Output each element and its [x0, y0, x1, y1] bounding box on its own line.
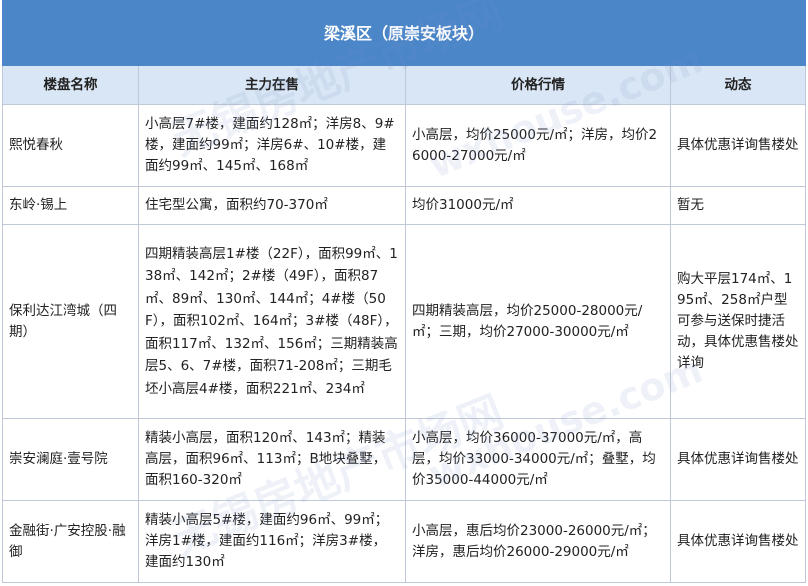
table-row: 保利达江湾城（四期） 四期精装高层1#楼（22F），面积99㎡、138㎡、142… [2, 224, 807, 419]
table-title-row: 梁溪区（原崇安板块） [1, 0, 807, 66]
cell-price: 均价31000元/㎡ [405, 186, 671, 225]
cell-supply: 四期精装高层1#楼（22F），面积99㎡、138㎡、142㎡；2#楼（49F），… [138, 224, 406, 419]
cell-status: 具体优惠详询售楼处 [669, 104, 807, 187]
table-row: 东岭·锡上 住宅型公寓，面积约70-370㎡ 均价31000元/㎡ 暂无 [2, 186, 807, 225]
cell-name: 东岭·锡上 [2, 186, 139, 225]
cell-price: 小高层，惠后均价23000-26000元/㎡；洋房，惠后均价26000-2900… [405, 500, 671, 583]
table-header-row: 楼盘名称 主力在售 价格行情 动态 [2, 65, 807, 105]
table-row: 金融街·广安控股·融御 精装小高层5#楼，建面约96㎡、99㎡；洋房1#楼，建面… [2, 500, 807, 583]
cell-supply: 小高层7#楼，建面约128㎡；洋房8、9#楼，建面约99㎡；洋房6#、10#楼，… [138, 104, 406, 187]
header-supply: 主力在售 [138, 65, 406, 105]
property-table: 梁溪区（原崇安板块） 楼盘名称 主力在售 价格行情 动态 熙悦春秋 小高层7#楼… [1, 0, 807, 583]
header-status: 动态 [669, 65, 807, 105]
cell-name: 崇安澜庭·壹号院 [2, 418, 139, 501]
table-row: 崇安澜庭·壹号院 精装小高层，面积120㎡、143㎡；精装高层，面积96㎡、11… [2, 418, 807, 501]
cell-status: 购大平层174㎡、195㎡、258㎡户型可参与送保时捷活动，具体优惠售楼处详询 [669, 224, 807, 419]
cell-price: 四期精装高层，均价25000-28000元/㎡；三期，均价27000-30000… [405, 224, 671, 419]
cell-name: 金融街·广安控股·融御 [2, 500, 139, 583]
property-table-container: 梁溪区（原崇安板块） 楼盘名称 主力在售 价格行情 动态 熙悦春秋 小高层7#楼… [1, 0, 807, 583]
table-title: 梁溪区（原崇安板块） [1, 0, 807, 66]
header-price: 价格行情 [405, 65, 671, 105]
cell-price: 小高层，均价36000-37000元/㎡，高层，均价33000-34000元/㎡… [405, 418, 671, 501]
cell-supply: 住宅型公寓，面积约70-370㎡ [138, 186, 406, 225]
cell-status: 具体优惠详询售楼处 [669, 418, 807, 501]
cell-status: 暂无 [669, 186, 807, 225]
cell-status: 具体优惠详询售楼处 [669, 500, 807, 583]
cell-name: 保利达江湾城（四期） [2, 224, 139, 419]
header-name: 楼盘名称 [2, 65, 139, 105]
table-row: 熙悦春秋 小高层7#楼，建面约128㎡；洋房8、9#楼，建面约99㎡；洋房6#、… [2, 104, 807, 187]
cell-name: 熙悦春秋 [2, 104, 139, 187]
cell-supply: 精装小高层5#楼，建面约96㎡、99㎡；洋房1#楼，建面约116㎡；洋房3#楼，… [138, 500, 406, 583]
cell-price: 小高层，均价25000元/㎡；洋房，均价26000-27000元/㎡ [405, 104, 671, 187]
cell-supply: 精装小高层，面积120㎡、143㎡；精装高层，面积96㎡、113㎡；B地块叠墅，… [138, 418, 406, 501]
